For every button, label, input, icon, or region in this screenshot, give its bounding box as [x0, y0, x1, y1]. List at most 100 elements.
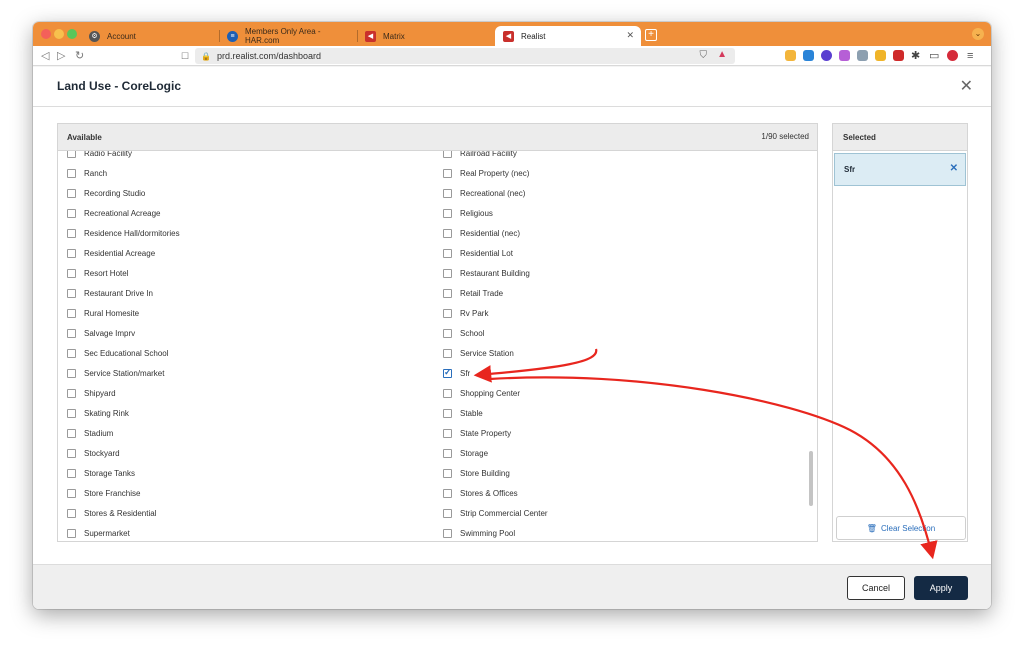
checkbox[interactable] [443, 468, 452, 478]
extension-icon[interactable] [785, 50, 796, 61]
checkbox[interactable] [443, 328, 452, 338]
land-use-option[interactable]: Supermarket [67, 523, 437, 541]
land-use-option[interactable]: School [443, 323, 813, 343]
land-use-option[interactable]: Recreational (nec) [443, 183, 813, 203]
tab-menu-chevron-icon[interactable]: ⌄ [972, 28, 984, 40]
available-list[interactable]: Radio Facility Ranch Recording Studio Recre… [58, 151, 817, 541]
land-use-option[interactable]: Resort Hotel [67, 263, 437, 283]
close-tab-icon[interactable]: ✕ [626, 30, 634, 41]
land-use-option[interactable]: Strip Commercial Center [443, 503, 813, 523]
wallet-icon[interactable]: ▭ [929, 49, 939, 63]
reload-icon[interactable]: ↻ [75, 49, 84, 63]
remove-chip-icon[interactable]: ✕ [950, 163, 958, 174]
checkbox[interactable] [67, 288, 76, 298]
checkbox[interactable] [67, 348, 76, 358]
land-use-option[interactable]: Radio Facility [67, 151, 437, 163]
land-use-option[interactable]: Residence Hall/dormitories [67, 223, 437, 243]
land-use-option[interactable]: Store Franchise [67, 483, 437, 503]
cancel-button[interactable]: Cancel [847, 576, 905, 600]
extension-icon[interactable] [803, 50, 814, 61]
brave-shield-icon[interactable]: ⛉ [700, 50, 708, 61]
minimize-window-button[interactable] [54, 29, 64, 39]
checkbox[interactable] [67, 168, 76, 178]
extension-icon[interactable] [875, 50, 886, 61]
land-use-option[interactable]: Stores & Residential [67, 503, 437, 523]
bookmark-icon[interactable]: ☐ [181, 49, 189, 63]
extension-icon[interactable] [839, 50, 850, 61]
checkbox[interactable] [67, 388, 76, 398]
land-use-option[interactable]: Service Station [443, 343, 813, 363]
tab-account[interactable]: ⚙ Account [81, 26, 219, 46]
extension-icon[interactable] [857, 50, 868, 61]
checkbox[interactable] [67, 508, 76, 518]
close-icon[interactable]: ✕ [960, 76, 973, 96]
new-tab-icon[interactable]: + [645, 29, 657, 41]
forward-icon[interactable]: ▷ [57, 49, 65, 63]
back-icon[interactable]: ◁ [41, 49, 49, 63]
checkbox[interactable] [443, 151, 452, 158]
checkbox[interactable] [443, 248, 452, 258]
land-use-option[interactable]: Skating Rink [67, 403, 437, 423]
checkbox[interactable] [67, 488, 76, 498]
checkbox[interactable] [67, 448, 76, 458]
apply-button[interactable]: Apply [914, 576, 968, 600]
checkbox[interactable] [67, 408, 76, 418]
checkbox[interactable] [443, 408, 452, 418]
land-use-option[interactable]: Stadium [67, 423, 437, 443]
land-use-option[interactable]: Residential (nec) [443, 223, 813, 243]
checkbox[interactable] [443, 228, 452, 238]
land-use-option[interactable]: State Property [443, 423, 813, 443]
land-use-option[interactable]: Religious [443, 203, 813, 223]
land-use-option[interactable]: Rural Homesite [67, 303, 437, 323]
land-use-option[interactable]: Real Property (nec) [443, 163, 813, 183]
close-window-button[interactable] [41, 29, 51, 39]
profile-avatar[interactable] [947, 50, 958, 61]
land-use-option[interactable]: Service Station/market [67, 363, 437, 383]
land-use-option[interactable]: Stable [443, 403, 813, 423]
land-use-option[interactable]: Residential Lot [443, 243, 813, 263]
land-use-option[interactable]: Residential Acreage [67, 243, 437, 263]
land-use-option[interactable]: Restaurant Building [443, 263, 813, 283]
checkbox[interactable] [443, 488, 452, 498]
checkbox[interactable] [67, 368, 76, 378]
land-use-option[interactable]: Ranch [67, 163, 437, 183]
land-use-option[interactable]: Sec Educational School [67, 343, 437, 363]
land-use-option[interactable]: Sfr [443, 363, 813, 383]
checkbox[interactable] [443, 208, 452, 218]
checkbox[interactable] [67, 188, 76, 198]
land-use-option[interactable]: Storage [443, 443, 813, 463]
checkbox[interactable] [67, 328, 76, 338]
checkbox[interactable] [443, 388, 452, 398]
land-use-option[interactable]: Rv Park [443, 303, 813, 323]
checkbox[interactable] [443, 448, 452, 458]
menu-icon[interactable]: ≡ [967, 49, 973, 63]
clear-selection-button[interactable]: 🗑 Clear Selection [836, 516, 966, 540]
land-use-option[interactable]: Salvage Imprv [67, 323, 437, 343]
checkbox[interactable] [67, 428, 76, 438]
checkbox[interactable] [67, 248, 76, 258]
checkbox[interactable] [67, 228, 76, 238]
checkbox[interactable] [443, 308, 452, 318]
checkbox[interactable] [67, 268, 76, 278]
land-use-option[interactable]: Railroad Facility [443, 151, 813, 163]
land-use-option[interactable]: Recreational Acreage [67, 203, 437, 223]
checkbox[interactable] [443, 268, 452, 278]
checkbox[interactable] [443, 367, 452, 378]
extension-icon[interactable] [821, 50, 832, 61]
checkbox[interactable] [443, 188, 452, 198]
brave-rewards-icon[interactable]: ▲ [717, 49, 727, 60]
land-use-option[interactable]: Stockyard [67, 443, 437, 463]
tab-matrix[interactable]: ◀ Matrix [357, 26, 495, 46]
checkbox[interactable] [443, 168, 452, 178]
checkbox[interactable] [67, 528, 76, 538]
address-bar[interactable]: 🔒 prd.realist.com/dashboard ⛉ ▲ [195, 48, 735, 64]
zoom-window-button[interactable] [67, 29, 77, 39]
checkbox[interactable] [443, 348, 452, 358]
list-scrollbar[interactable] [809, 451, 813, 506]
checkbox[interactable] [443, 528, 452, 538]
land-use-option[interactable]: Retail Trade [443, 283, 813, 303]
checkbox[interactable] [443, 508, 452, 518]
land-use-option[interactable]: Shopping Center [443, 383, 813, 403]
land-use-option[interactable]: Recording Studio [67, 183, 437, 203]
land-use-option[interactable]: Storage Tanks [67, 463, 437, 483]
